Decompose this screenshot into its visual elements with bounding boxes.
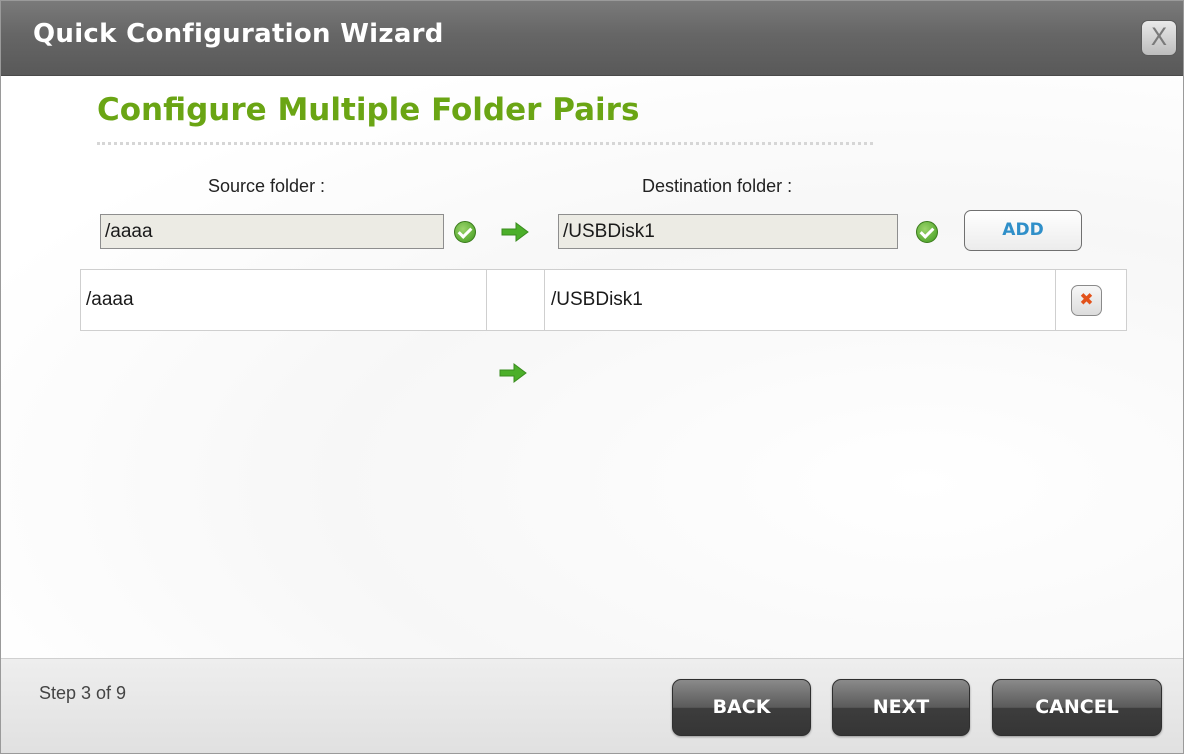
- step-indicator: Step 3 of 9: [39, 683, 127, 703]
- arrow-right-icon: [501, 222, 529, 242]
- check-circle-icon: [916, 221, 938, 243]
- title-bar: Quick Configuration Wizard X: [1, 1, 1183, 76]
- page-title: Configure Multiple Folder Pairs: [97, 92, 640, 128]
- source-folder-label: Source folder :: [208, 176, 326, 196]
- delete-x-icon: ✖: [1079, 290, 1094, 310]
- cancel-button[interactable]: CANCEL: [992, 679, 1162, 736]
- title-divider: [97, 142, 873, 145]
- add-button[interactable]: ADD: [964, 210, 1082, 251]
- close-icon: X: [1150, 23, 1168, 51]
- close-button[interactable]: X: [1141, 20, 1177, 56]
- folder-pairs-table: /aaaa /USBDisk1 ✖: [80, 269, 1127, 331]
- pair-destination-cell: /USBDisk1: [544, 270, 1056, 330]
- wizard-footer: Step 3 of 9 BACK NEXT CANCEL: [1, 658, 1183, 753]
- back-button[interactable]: BACK: [672, 679, 811, 736]
- arrow-right-icon: [499, 363, 527, 383]
- next-button[interactable]: NEXT: [832, 679, 970, 736]
- destination-folder-label: Destination folder :: [642, 176, 793, 196]
- wizard-window: Quick Configuration Wizard X Configure M…: [0, 0, 1184, 754]
- window-title: Quick Configuration Wizard: [33, 19, 444, 49]
- pair-arrow-cell: [487, 270, 545, 330]
- check-circle-icon: [454, 221, 476, 243]
- source-folder-input[interactable]: [100, 214, 444, 249]
- destination-folder-input[interactable]: [558, 214, 898, 249]
- delete-pair-button[interactable]: ✖: [1071, 285, 1102, 316]
- wizard-content: Configure Multiple Folder Pairs Source f…: [1, 76, 1183, 658]
- pair-source-cell: /aaaa: [81, 270, 487, 330]
